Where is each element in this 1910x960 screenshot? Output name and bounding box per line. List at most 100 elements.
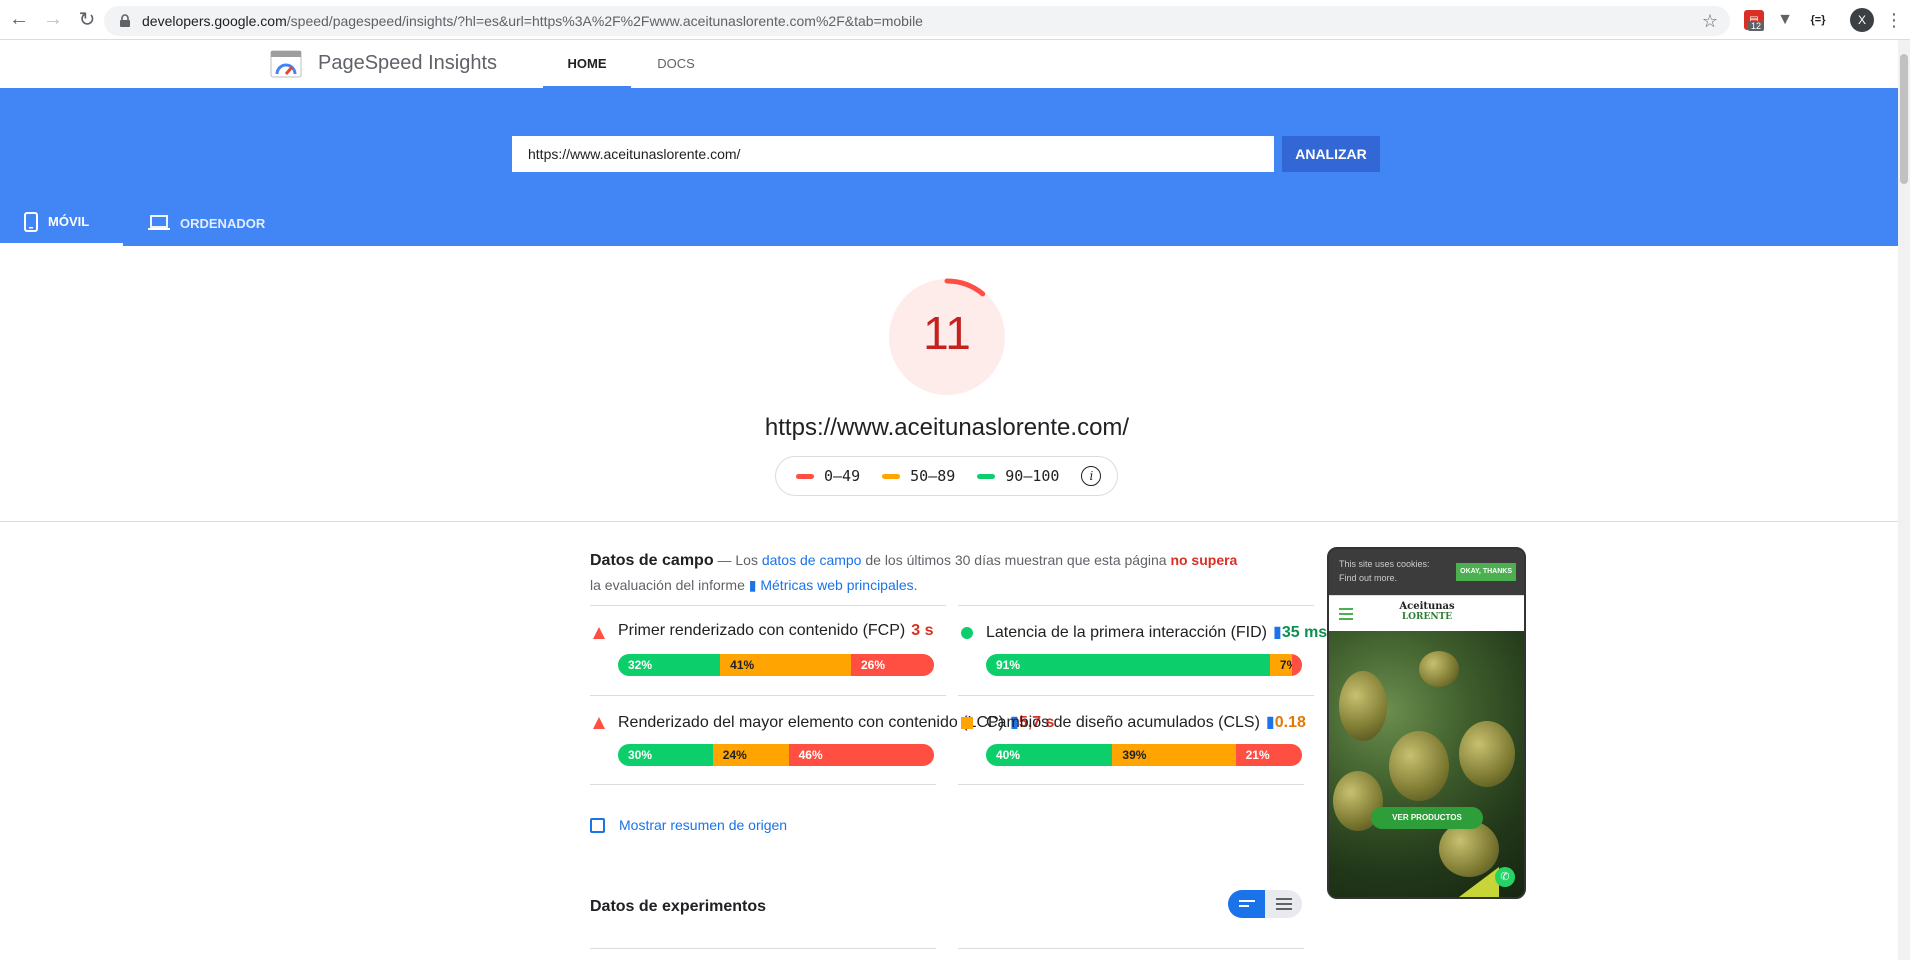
origin-summary-label: Mostrar resumen de origen [619, 817, 788, 833]
fail-triangle-icon [592, 626, 606, 640]
bar-segment-good: 91% [986, 654, 1270, 676]
preview-hero-image [1329, 631, 1524, 897]
bar-segment-poor: 26% [851, 654, 934, 676]
extension-badge: 12 [1748, 21, 1765, 31]
tab-desktop[interactable]: ORDENADOR [148, 200, 278, 246]
reload-icon[interactable]: ↻ [72, 5, 102, 35]
tab-home[interactable]: HOME [543, 40, 631, 88]
profile-avatar[interactable]: X [1850, 8, 1874, 32]
bar-segment-average: 41% [720, 654, 851, 676]
metric-fcp-label: Primer renderizado con contenido (FCP) [618, 622, 906, 639]
analyze-button[interactable]: ANALIZAR [1282, 136, 1380, 172]
browser-menu-icon[interactable]: ⋮ [1884, 8, 1904, 32]
extension-vue-icon[interactable]: ▼ [1775, 10, 1795, 30]
legend-item-average: 50–89 [882, 467, 955, 485]
back-arrow-icon[interactable]: ← [4, 5, 34, 35]
metric-fid-value: ▮35 ms [1273, 624, 1328, 641]
metric-cls-label: Cambios de diseño acumulados (CLS) [986, 714, 1260, 731]
score-legend: 0–49 50–89 90–100 i [775, 456, 1118, 496]
metric-cls-bar: 40% 39% 21% [986, 744, 1302, 766]
whatsapp-icon: ✆ [1495, 867, 1515, 887]
metrics-bottom-divider [590, 784, 936, 785]
metric-lcp: Renderizado del mayor elemento con conte… [590, 695, 1054, 783]
bar-segment-average: 39% [1112, 744, 1236, 766]
bar-segment-poor: 46% [788, 744, 934, 766]
lab-data-title: Datos de experimentos [590, 898, 767, 915]
legend-item-fail: 0–49 [796, 467, 860, 485]
section-divider [0, 521, 1898, 522]
origin-summary-toggle[interactable]: Mostrar resumen de origen [590, 817, 787, 833]
tab-mobile[interactable]: MÓVIL [0, 200, 123, 246]
metric-fid-bar: 91% 7% 2% [986, 654, 1302, 676]
bookmark-icon: ▮ [1273, 624, 1282, 641]
olive-shape [1459, 721, 1515, 787]
legend-swatch-fail [796, 473, 814, 479]
list-view-icon[interactable] [1265, 890, 1302, 918]
hamburger-menu-icon [1339, 608, 1353, 620]
field-data-link[interactable]: datos de campo [762, 552, 862, 568]
average-square-icon [960, 716, 974, 730]
bookmark-star-icon[interactable]: ☆ [1702, 11, 1718, 32]
psi-header: PageSpeed Insights HOME DOCS [0, 40, 1898, 88]
pagespeed-logo-icon [270, 50, 302, 78]
checkbox[interactable] [590, 817, 605, 833]
metric-fid: Latencia de la primera interacción (FID)… [958, 605, 1327, 693]
bar-segment-poor: 2% [1292, 654, 1302, 676]
compact-view-icon[interactable] [1228, 890, 1265, 918]
section-divider [590, 948, 936, 949]
bar-segment-average: 24% [712, 744, 789, 766]
url-host: developers.google.com [142, 13, 287, 29]
pass-circle-icon [960, 626, 974, 640]
extension-json-icon[interactable]: {=} [1806, 10, 1830, 30]
field-data-title: Datos de campo [590, 552, 714, 569]
metric-fid-label: Latencia de la primera interacción (FID) [986, 624, 1268, 641]
lock-icon [120, 14, 130, 27]
app-title: PageSpeed Insights [318, 52, 498, 74]
metric-fcp-value: 3 s [911, 622, 934, 639]
url-path: /speed/pagespeed/insights/?hl=es&url=htt… [286, 13, 923, 29]
metric-fcp: Primer renderizado con contenido (FCP) 3 … [590, 605, 946, 693]
core-web-vitals-link[interactable]: ▮ Métricas web principales [749, 577, 914, 593]
bar-segment-good: 40% [986, 744, 1113, 766]
section-divider [958, 948, 1304, 949]
olive-shape [1339, 671, 1387, 741]
forward-arrow-icon[interactable]: → [38, 5, 68, 35]
bar-segment-good: 32% [618, 654, 721, 676]
metric-lcp-bar: 30% 24% 46% [618, 744, 934, 766]
olive-shape [1389, 731, 1449, 801]
metric-cls-value: ▮0.18 [1265, 714, 1306, 731]
search-band: https://www.aceitunaslorente.com/ ANALIZ… [0, 88, 1898, 246]
preview-topbar: Aceitunas LORENTE [1329, 595, 1524, 631]
bar-segment-poor: 21% [1235, 744, 1302, 766]
olive-shape [1419, 651, 1459, 687]
page-screenshot-preview: This site uses cookies: Find out more. O… [1327, 547, 1526, 899]
cookie-banner: This site uses cookies: Find out more. O… [1329, 549, 1524, 595]
laptop-icon [148, 215, 170, 230]
metric-lcp-label: Renderizado del mayor elemento con conte… [618, 714, 1004, 731]
fail-triangle-icon [592, 716, 606, 730]
legend-swatch-average [882, 473, 901, 479]
bar-segment-average: 7% [1269, 654, 1297, 676]
preview-cta-button: VER PRODUCTOS [1371, 807, 1483, 829]
browser-toolbar: ← → ↻ developers.google.com/speed/pagesp… [0, 0, 1910, 40]
preview-brand-logo: Aceitunas LORENTE [1399, 601, 1455, 623]
view-toggle[interactable] [1228, 890, 1302, 918]
performance-score: 11 [923, 307, 971, 359]
info-icon[interactable]: i [1081, 466, 1102, 486]
tab-mobile-label: MÓVIL [48, 214, 90, 229]
scrollbar-thumb[interactable] [1900, 54, 1908, 184]
cookie-okay-button: OKAY, THANKS [1456, 563, 1516, 581]
address-bar[interactable]: developers.google.com/speed/pagespeed/in… [104, 6, 1730, 36]
mobile-phone-icon [24, 211, 38, 232]
legend-swatch-pass [977, 473, 996, 479]
analyzed-url: https://www.aceitunaslorente.com/ [764, 414, 1130, 441]
tab-docs[interactable]: DOCS [636, 40, 716, 88]
url-input[interactable]: https://www.aceitunaslorente.com/ [512, 136, 1274, 172]
metric-cls: Cambios de diseño acumulados (CLS) ▮0.18 … [958, 695, 1314, 783]
bar-segment-good: 30% [618, 744, 713, 766]
preview-decoration [1459, 867, 1499, 897]
bookmark-icon: ▮ [1265, 714, 1275, 731]
legend-item-pass: 90–100 [977, 467, 1059, 485]
fail-text: no supera [1170, 552, 1238, 568]
field-data-description: Datos de campo — Los datos de campo de l… [590, 552, 1238, 593]
